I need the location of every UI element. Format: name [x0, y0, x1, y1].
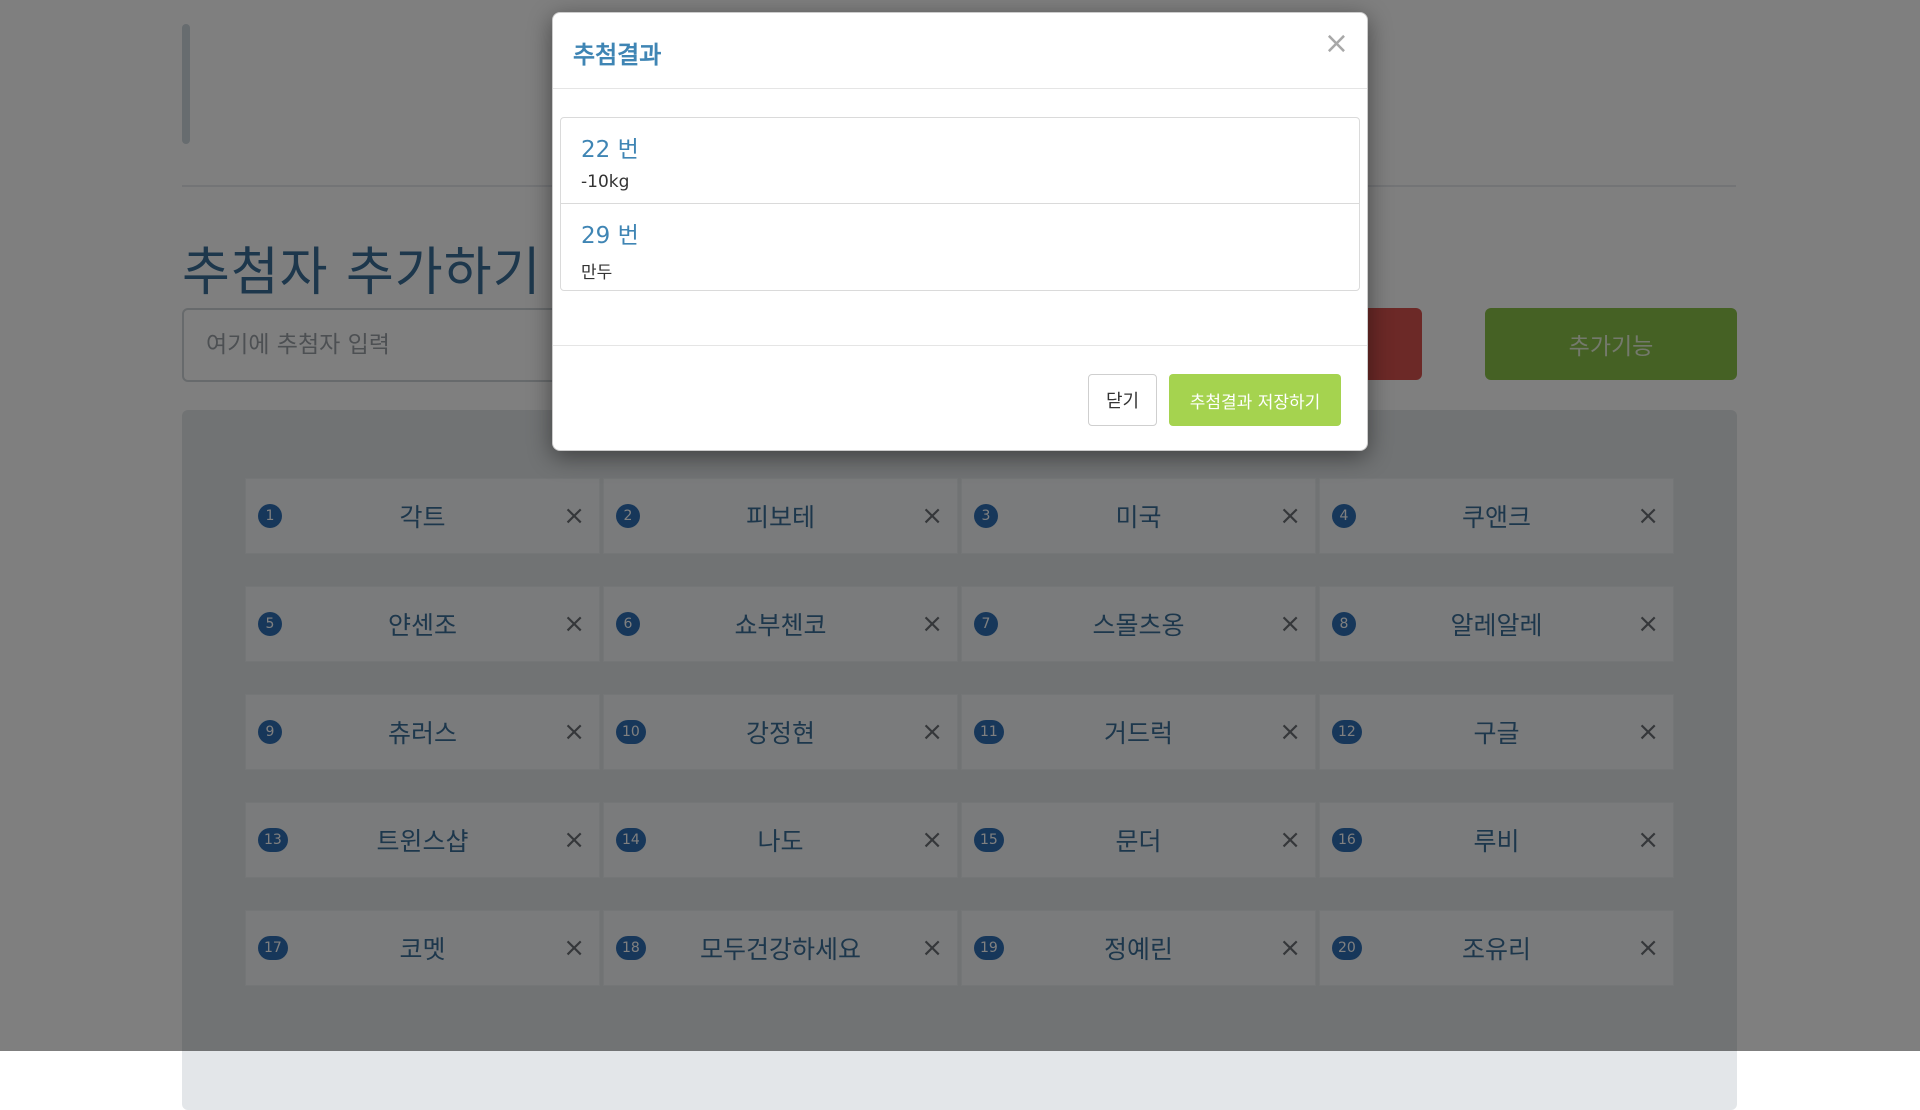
modal-header: 추첨결과 ×: [553, 13, 1367, 89]
modal-body: 22 번 -10kg 29 번 만두: [553, 89, 1367, 345]
close-button[interactable]: 닫기: [1088, 374, 1157, 426]
save-results-button[interactable]: 추첨결과 저장하기: [1169, 374, 1341, 426]
modal-title: 추첨결과: [573, 41, 662, 69]
result-item: 29 번 만두: [561, 204, 1359, 290]
result-list: 22 번 -10kg 29 번 만두: [560, 117, 1360, 291]
result-name: 만두: [581, 263, 613, 283]
result-number: 22 번: [581, 137, 639, 163]
result-item: 22 번 -10kg: [561, 118, 1359, 204]
modal-footer: 닫기 추첨결과 저장하기: [553, 345, 1367, 452]
result-number: 29 번: [581, 223, 639, 249]
result-name: -10kg: [581, 172, 630, 192]
draw-result-modal: 추첨결과 × 22 번 -10kg 29 번 만두 닫기 추첨결과 저장하기: [552, 12, 1368, 451]
close-icon[interactable]: ×: [1324, 29, 1349, 59]
